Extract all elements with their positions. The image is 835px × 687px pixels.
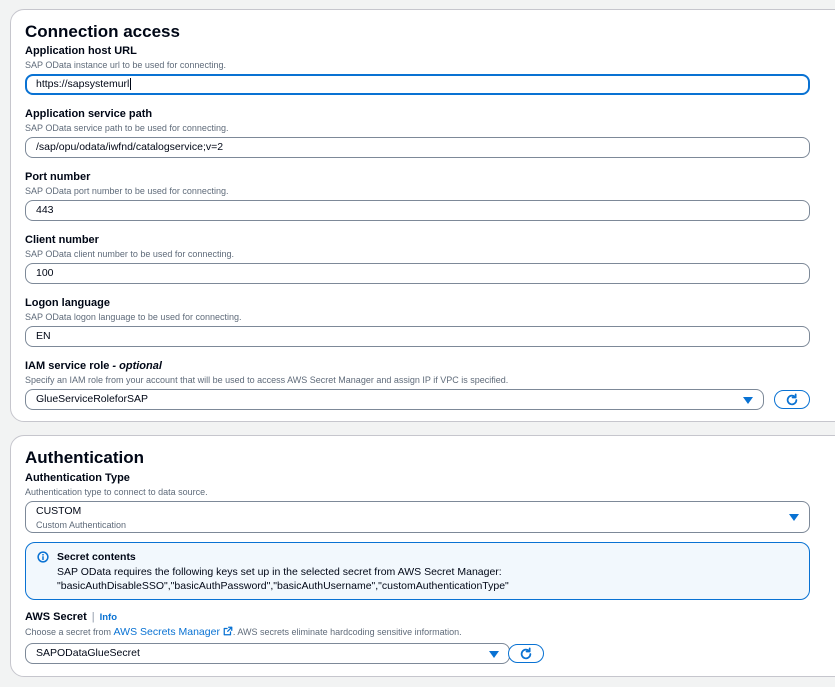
refresh-icon xyxy=(520,646,532,659)
alert-body-line1: SAP OData requires the following keys se… xyxy=(57,566,502,578)
logon-language-input[interactable]: EN xyxy=(25,326,810,347)
auth-type-value: CUSTOM xyxy=(36,505,82,517)
aws-secret-refresh-button[interactable] xyxy=(508,644,544,663)
host-url-description: SAP OData instance url to be used for co… xyxy=(25,60,226,70)
aws-secret-desc-suffix: . AWS secrets eliminate hardcoding sensi… xyxy=(232,627,462,637)
aws-secret-desc-prefix: Choose a secret from xyxy=(25,627,114,637)
logon-language-description: SAP OData logon language to be used for … xyxy=(25,312,242,322)
iam-role-label-text: IAM service role xyxy=(25,360,110,372)
logon-language-label: Logon language xyxy=(25,297,110,309)
port-number-description: SAP OData port number to be used for con… xyxy=(25,186,229,196)
host-url-value: https://sapsystemurl xyxy=(36,78,130,90)
iam-role-description: Specify an IAM role from your account th… xyxy=(25,375,509,385)
logon-language-value: EN xyxy=(36,330,51,342)
auth-type-description: Authentication type to connect to data s… xyxy=(25,487,208,497)
connection-access-panel: Connection access Application host URL S… xyxy=(10,9,835,422)
service-path-value: /sap/opu/odata/iwfnd/catalogservice;v=2 xyxy=(36,141,224,153)
aws-secret-description: Choose a secret from AWS Secrets Manager… xyxy=(25,626,462,638)
host-url-input[interactable]: https://sapsystemurl xyxy=(25,74,810,95)
caret-down-icon xyxy=(789,514,799,521)
aws-secret-label-text: AWS Secret xyxy=(25,611,87,623)
aws-secret-value: SAPODataGlueSecret xyxy=(36,647,140,659)
iam-role-refresh-button[interactable] xyxy=(774,390,810,409)
secret-contents-alert: Secret contents SAP OData requires the f… xyxy=(25,542,810,600)
auth-type-value-description: Custom Authentication xyxy=(36,520,127,530)
iam-role-label: IAM service role - optional xyxy=(25,360,162,372)
auth-type-select[interactable]: CUSTOM Custom Authentication xyxy=(25,501,810,533)
caret-down-icon xyxy=(489,650,499,658)
service-path-label: Application service path xyxy=(25,108,153,120)
client-number-input[interactable]: 100 xyxy=(25,263,810,284)
info-circle-icon xyxy=(37,551,49,563)
service-path-description: SAP OData service path to be used for co… xyxy=(25,123,229,133)
authentication-panel: Authentication Authentication Type Authe… xyxy=(10,435,835,677)
refresh-icon xyxy=(786,392,798,405)
client-number-value: 100 xyxy=(36,267,54,279)
text-cursor xyxy=(130,78,132,91)
aws-secret-select[interactable]: SAPODataGlueSecret xyxy=(25,643,510,664)
aws-secret-label: AWS Secret | Info xyxy=(25,611,117,623)
client-number-label: Client number xyxy=(25,234,99,246)
service-path-input[interactable]: /sap/opu/odata/iwfnd/catalogservice;v=2 xyxy=(25,137,810,158)
iam-role-select[interactable]: GlueServiceRoleforSAP xyxy=(25,389,764,410)
auth-type-label: Authentication Type xyxy=(25,472,130,484)
port-number-input[interactable]: 443 xyxy=(25,200,810,221)
authentication-title: Authentication xyxy=(25,448,144,467)
connection-access-title: Connection access xyxy=(25,22,180,41)
aws-secrets-manager-link[interactable]: AWS Secrets Manager xyxy=(114,626,233,638)
label-separator: | xyxy=(91,611,95,623)
port-number-label: Port number xyxy=(25,171,91,183)
alert-title: Secret contents xyxy=(57,551,136,563)
iam-role-value: GlueServiceRoleforSAP xyxy=(36,393,149,405)
aws-secrets-manager-link-text: AWS Secrets Manager xyxy=(113,626,220,638)
optional-tag: - optional xyxy=(109,360,162,372)
client-number-description: SAP OData client number to be used for c… xyxy=(25,249,234,259)
external-link-icon xyxy=(223,626,233,636)
caret-down-icon xyxy=(743,396,753,404)
alert-body-line2: "basicAuthDisableSSO","basicAuthPassword… xyxy=(57,580,509,592)
port-number-value: 443 xyxy=(36,204,54,216)
aws-secret-info-link[interactable]: Info xyxy=(100,612,117,623)
host-url-label: Application host URL xyxy=(25,45,137,57)
